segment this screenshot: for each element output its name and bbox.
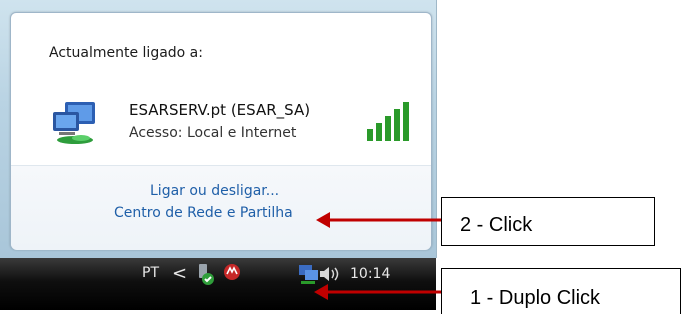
signal-strength-icon xyxy=(367,102,409,141)
taskbar-clock[interactable]: 10:14 xyxy=(350,266,390,282)
annotation-step1-box: 1 - Duplo Click xyxy=(441,268,681,314)
connect-disconnect-link[interactable]: Ligar ou desligar... xyxy=(150,183,279,199)
annotation-step2-box: 2 - Click xyxy=(441,197,655,246)
annotation-step1-label: 1 - Duplo Click xyxy=(470,287,601,309)
annotation-step2-label: 2 - Click xyxy=(460,214,533,236)
antivirus-icon[interactable] xyxy=(222,262,242,282)
popup-title: Actualmente ligado a: xyxy=(49,45,203,61)
network-name: ESARSERV.pt (ESAR_SA) xyxy=(129,101,311,119)
network-tray-icon[interactable] xyxy=(296,262,320,286)
language-indicator[interactable]: PT xyxy=(142,265,159,281)
popup-top-section: Actualmente ligado a: ESARSERV.pt (ESAR_… xyxy=(11,13,431,165)
show-hidden-icons-chevron[interactable]: < xyxy=(172,263,187,284)
volume-icon[interactable] xyxy=(318,264,340,284)
safely-remove-hardware-icon[interactable] xyxy=(192,262,216,286)
network-sharing-center-link[interactable]: Centro de Rede e Partilha xyxy=(114,205,293,221)
network-computers-icon xyxy=(53,102,95,144)
network-access: Acesso: Local e Internet xyxy=(129,125,297,141)
